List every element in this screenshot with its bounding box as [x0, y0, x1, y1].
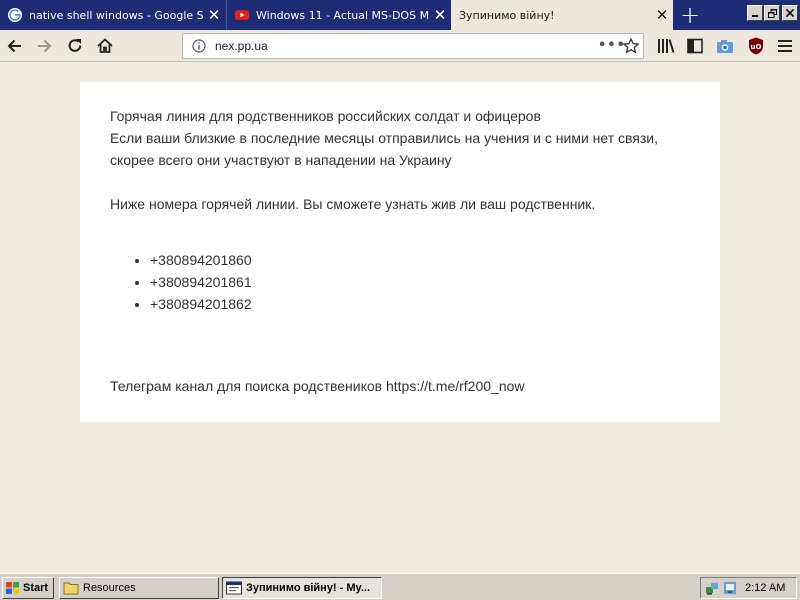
- volume-icon[interactable]: [723, 581, 737, 595]
- url-text[interactable]: nex.pp.ua: [215, 39, 268, 53]
- google-icon: [8, 8, 22, 22]
- navigation-toolbar: nex.pp.ua ••• uO: [0, 30, 800, 62]
- tab-title: Зупинимо війну!: [459, 8, 555, 22]
- library-icon: [658, 39, 675, 53]
- reload-icon: [68, 39, 82, 52]
- heading-line: Горячая линия для родственников российск…: [110, 108, 541, 124]
- home-icon: [97, 38, 113, 53]
- youtube-icon: [235, 10, 249, 20]
- taskbar: Start Resources Зупинимо війну! - My... …: [0, 573, 800, 600]
- menu-button[interactable]: [776, 37, 794, 55]
- tab-title: native shell windows - Google Sear: [29, 8, 203, 22]
- phone-list: +380894201860 +380894201861 +38089420186…: [150, 249, 690, 315]
- arrow-left-icon: [7, 39, 21, 53]
- heading-line: Если ваши близкие в последние месяцы отп…: [110, 130, 659, 146]
- system-tray: 2:12 AM: [700, 577, 797, 599]
- library-button[interactable]: [657, 37, 675, 55]
- address-bar[interactable]: nex.pp.ua •••: [182, 33, 644, 59]
- start-label: Start: [23, 582, 49, 594]
- sidebar-button[interactable]: [686, 37, 704, 55]
- page-actions-icon[interactable]: •••: [598, 38, 626, 53]
- taskbar-button-label: Resources: [83, 582, 136, 594]
- start-button[interactable]: Start: [2, 577, 54, 599]
- close-window-button[interactable]: [782, 5, 798, 21]
- folder-icon: [63, 582, 79, 595]
- tab-youtube[interactable]: Windows 11 - Actual MS-DOS Mode ✕: [226, 0, 451, 30]
- phone-number: +380894201862: [150, 293, 690, 315]
- phone-number: +380894201861: [150, 271, 690, 293]
- reload-button[interactable]: [63, 34, 87, 58]
- browser-icon: [226, 581, 242, 595]
- tab-title: Windows 11 - Actual MS-DOS Mode: [256, 8, 429, 22]
- close-tab-icon[interactable]: ✕: [651, 0, 673, 30]
- phone-number: +380894201860: [150, 249, 690, 271]
- heading-line: скорее всего они участвуют в нападении н…: [110, 152, 452, 168]
- tab-bar: native shell windows - Google Sear ✕ Win…: [0, 0, 800, 30]
- close-icon: [786, 9, 794, 17]
- page-viewport: Горячая линия для родственников российск…: [0, 63, 800, 573]
- telegram-text: Телеграм канал для поиска родствеников h…: [110, 378, 525, 394]
- network-icon[interactable]: [705, 581, 719, 595]
- ublock-shield-icon: uO: [749, 37, 763, 55]
- ublock-button[interactable]: uO: [747, 37, 765, 55]
- close-tab-icon[interactable]: ✕: [429, 0, 451, 30]
- taskbar-button-resources[interactable]: Resources: [59, 577, 219, 599]
- bookmark-star-icon[interactable]: [623, 38, 639, 54]
- hamburger-menu-icon: [778, 40, 792, 52]
- windows-logo-icon: [6, 581, 19, 594]
- info-icon[interactable]: [192, 39, 206, 53]
- minimize-button[interactable]: [747, 5, 763, 21]
- clock[interactable]: 2:12 AM: [745, 582, 785, 594]
- tab-google-search[interactable]: native shell windows - Google Sear ✕: [0, 0, 225, 30]
- arrow-right-icon: [38, 39, 52, 53]
- sidebar-icon: [687, 38, 703, 54]
- minimize-icon: [752, 15, 758, 17]
- intro-text: Ниже номера горячей линии. Вы сможете уз…: [110, 196, 596, 212]
- camera-icon: [717, 40, 733, 53]
- restore-icon: [767, 8, 777, 18]
- taskbar-button-browser[interactable]: Зупинимо війну! - My...: [222, 577, 382, 599]
- screenshot-button[interactable]: [716, 37, 734, 55]
- content-card: Горячая линия для родственников российск…: [80, 82, 720, 422]
- back-button[interactable]: [3, 34, 27, 58]
- restore-button[interactable]: [764, 5, 780, 21]
- home-button[interactable]: [93, 34, 117, 58]
- taskbar-button-label: Зупинимо війну! - My...: [246, 582, 371, 594]
- new-tab-button[interactable]: +: [675, 0, 705, 30]
- close-tab-icon[interactable]: ✕: [203, 0, 225, 30]
- tab-active[interactable]: Зупинимо війну! ✕: [451, 0, 673, 30]
- svg-text:uO: uO: [751, 43, 762, 51]
- forward-button[interactable]: [32, 34, 56, 58]
